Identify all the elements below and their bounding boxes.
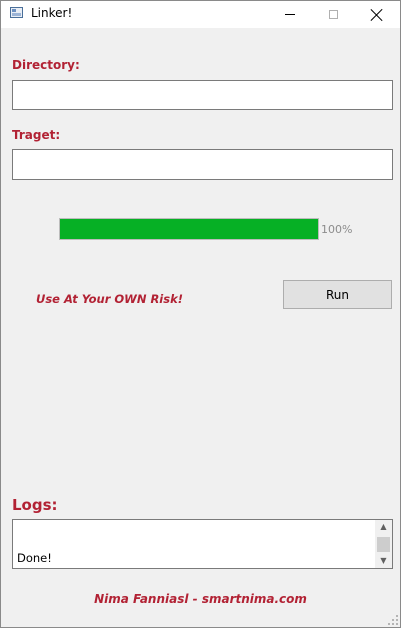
minimize-icon [285, 14, 295, 15]
maximize-button[interactable] [310, 1, 356, 28]
logs-scrollbar[interactable]: ▲ ▼ [375, 520, 392, 568]
close-button[interactable] [354, 1, 400, 28]
logs-textbox[interactable]: Done! ▲ ▼ [12, 519, 393, 569]
maximize-icon [328, 10, 338, 19]
scroll-thumb[interactable] [377, 537, 390, 552]
risk-warning: Use At Your OWN Risk! [36, 292, 183, 306]
window-title: Linker! [31, 6, 73, 20]
target-input[interactable] [12, 149, 393, 180]
scroll-up-arrow-icon[interactable]: ▲ [375, 520, 392, 534]
resize-grip-icon[interactable] [388, 615, 398, 625]
logs-label: Logs: [12, 496, 58, 514]
directory-input[interactable] [12, 80, 393, 110]
progress-percent-label: 100% [321, 223, 353, 236]
app-window-icon [10, 7, 23, 18]
progress-fill [60, 219, 318, 239]
target-label: Traget: [12, 128, 61, 142]
app-window: Linker! Directory: Traget: 100% Use At Y… [0, 0, 401, 628]
title-bar[interactable]: Linker! [1, 1, 400, 28]
close-icon [371, 9, 383, 21]
progress-bar [59, 218, 319, 240]
scroll-down-arrow-icon[interactable]: ▼ [375, 554, 392, 568]
run-button[interactable]: Run [283, 280, 392, 309]
logs-content: Done! [17, 551, 52, 565]
directory-label: Directory: [12, 58, 80, 72]
minimize-button[interactable] [267, 1, 313, 28]
footer-credit: Nima Fanniasl - smartnima.com [94, 592, 307, 606]
